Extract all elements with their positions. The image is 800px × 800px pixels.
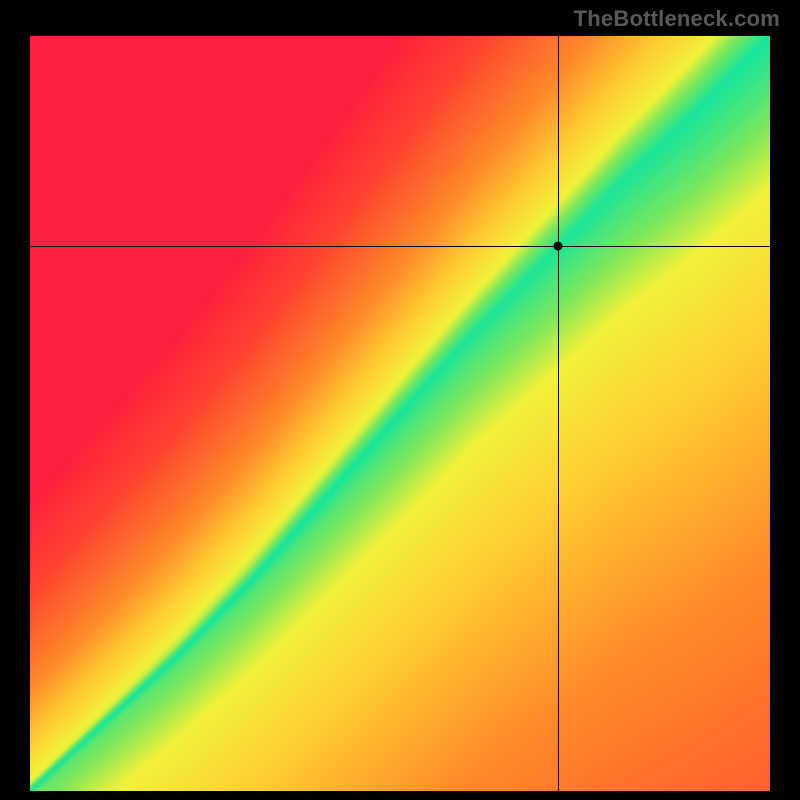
crosshair-vertical: [558, 36, 559, 791]
chart-container: TheBottleneck.com: [0, 0, 800, 800]
watermark-text: TheBottleneck.com: [574, 6, 780, 32]
marker-dot: [553, 241, 562, 250]
heatmap-canvas: [30, 36, 770, 791]
heatmap-plot: [30, 36, 770, 791]
crosshair-horizontal: [30, 246, 770, 247]
